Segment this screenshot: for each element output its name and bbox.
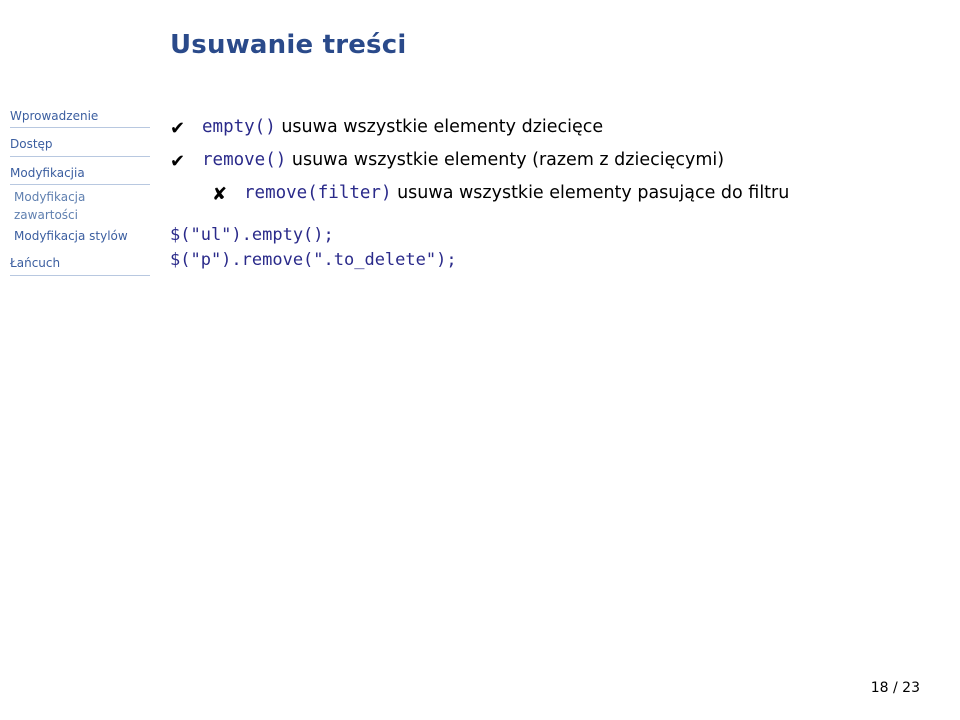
sub-bullet-group: remove(filter) usuwa wszystkie elementy … bbox=[170, 180, 920, 209]
sidebar-item-lancuch[interactable]: Łańcuch bbox=[10, 253, 150, 275]
sub-bullet-1-rest: usuwa wszystkie elementy pasujące do fil… bbox=[392, 183, 790, 203]
sidebar-item-modyfikacja-zawartosci[interactable]: Modyfikacja zawartości bbox=[10, 187, 150, 226]
bullet-2-rest: usuwa wszystkie elementy (razem z dzieci… bbox=[286, 150, 724, 170]
sidebar-item-modyfikacjia[interactable]: Modyfikacjia bbox=[10, 163, 150, 185]
sidebar-item-dostep[interactable]: Dostęp bbox=[10, 134, 150, 156]
sub-bullet-1-text: remove(filter) usuwa wszystkie elementy … bbox=[244, 180, 920, 207]
slide-title: Usuwanie treści bbox=[170, 30, 920, 60]
code-line-2: $("p").remove(".to_delete"); bbox=[170, 248, 920, 274]
sub-bullet-1: remove(filter) usuwa wszystkie elementy … bbox=[212, 180, 920, 209]
code-line-1: $("ul").empty(); bbox=[170, 223, 920, 249]
slide: Wprowadzenie Dostęp Modyfikacjia Modyfik… bbox=[0, 0, 960, 720]
check-icon bbox=[170, 147, 202, 176]
bullet-1-text: empty() usuwa wszystkie elementy dziecię… bbox=[202, 114, 920, 141]
code-empty: empty() bbox=[202, 117, 276, 137]
main-content: Usuwanie treści empty() usuwa wszystkie … bbox=[150, 0, 960, 720]
sidebar-item-wprowadzenie[interactable]: Wprowadzenie bbox=[10, 106, 150, 128]
code-example: $("ul").empty(); $("p").remove(".to_dele… bbox=[170, 223, 920, 274]
content-body: empty() usuwa wszystkie elementy dziecię… bbox=[170, 114, 920, 274]
bullet-2-text: remove() usuwa wszystkie elementy (razem… bbox=[202, 147, 920, 174]
cross-icon bbox=[212, 180, 244, 209]
page-number: 18 / 23 bbox=[871, 680, 920, 696]
bullet-2: remove() usuwa wszystkie elementy (razem… bbox=[170, 147, 920, 176]
code-remove: remove() bbox=[202, 150, 286, 170]
bullet-1-rest: usuwa wszystkie elementy dziecięce bbox=[276, 117, 603, 137]
sidebar-item-modyfikacja-stylow[interactable]: Modyfikacja stylów bbox=[10, 226, 150, 247]
check-icon bbox=[170, 114, 202, 143]
sidebar-nav: Wprowadzenie Dostęp Modyfikacjia Modyfik… bbox=[0, 0, 150, 720]
bullet-1: empty() usuwa wszystkie elementy dziecię… bbox=[170, 114, 920, 143]
code-remove-filter: remove(filter) bbox=[244, 183, 392, 203]
